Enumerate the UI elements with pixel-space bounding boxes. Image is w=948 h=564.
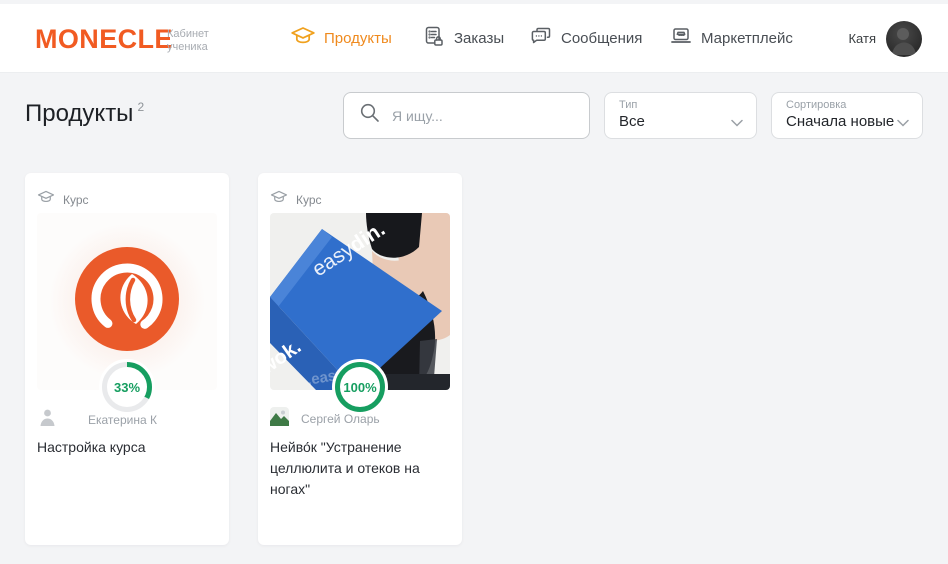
chevron-down-icon	[897, 114, 909, 132]
nav-label-orders: Заказы	[454, 30, 504, 47]
nav-item-products[interactable]: Продукты	[290, 4, 392, 73]
filter-sort-label: Сортировка	[786, 99, 908, 112]
product-card-course-setup[interactable]: Курс 33%	[25, 173, 229, 545]
graduation-cap-icon	[270, 188, 288, 211]
author-placeholder-avatar-icon	[37, 407, 58, 433]
card-type-label: Курс	[63, 193, 89, 207]
graduation-cap-icon	[290, 23, 316, 54]
search-box	[343, 92, 590, 139]
nav-item-orders[interactable]: Заказы	[422, 4, 504, 73]
card-title[interactable]: Настройка курса	[37, 437, 217, 458]
filter-type-dropdown[interactable]: Тип Все	[604, 92, 757, 139]
author-row: Екатерина К	[37, 407, 157, 433]
card-type-row: Курс	[270, 188, 322, 211]
filter-type-value: Все	[619, 112, 742, 131]
logo-subtitle: Кабинет ученика	[167, 28, 209, 54]
page-title: Продукты2	[25, 100, 144, 128]
nav-item-messages[interactable]: Сообщения	[529, 4, 642, 73]
author-avatar	[270, 407, 289, 431]
filter-sort-dropdown[interactable]: Сортировка Сначала новые	[771, 92, 923, 139]
nav-label-marketplace: Маркетплейс	[701, 30, 793, 47]
chevron-down-icon	[731, 114, 743, 132]
author-name: Сергей Оларь	[301, 412, 380, 426]
products-count: 2	[137, 100, 144, 114]
orders-icon	[422, 24, 446, 53]
card-type-label: Курс	[296, 193, 322, 207]
nav-label-products: Продукты	[324, 30, 392, 47]
monecle-leaf-logo-icon	[75, 247, 179, 356]
marketplace-icon	[669, 24, 693, 53]
filter-sort-value: Сначала новые	[786, 112, 908, 131]
user-menu[interactable]: Катя	[848, 4, 922, 73]
product-card-neyvok[interactable]: Курс easydin. wok. .easydin.	[258, 173, 462, 545]
author-row: Сергей Оларь	[270, 407, 380, 431]
filter-type-label: Тип	[619, 99, 742, 112]
user-avatar[interactable]	[886, 21, 922, 57]
card-type-row: Курс	[37, 188, 89, 211]
logo[interactable]: MONECLE	[35, 24, 173, 55]
card-title[interactable]: Нейво́к "Устранение целлюлита и отеков н…	[270, 437, 450, 500]
search-icon	[358, 101, 382, 130]
nav-item-marketplace[interactable]: Маркетплейс	[669, 4, 793, 73]
progress-value: 33%	[107, 367, 147, 407]
messages-icon	[529, 24, 553, 53]
graduation-cap-icon	[37, 188, 55, 211]
search-input[interactable]	[392, 108, 575, 124]
user-name: Катя	[848, 31, 876, 46]
author-name: Екатерина К	[88, 413, 157, 427]
nav-label-messages: Сообщения	[561, 30, 642, 47]
progress-value: 100%	[340, 367, 380, 407]
header: MONECLE Кабинет ученика Продукты Заказы	[0, 4, 948, 73]
